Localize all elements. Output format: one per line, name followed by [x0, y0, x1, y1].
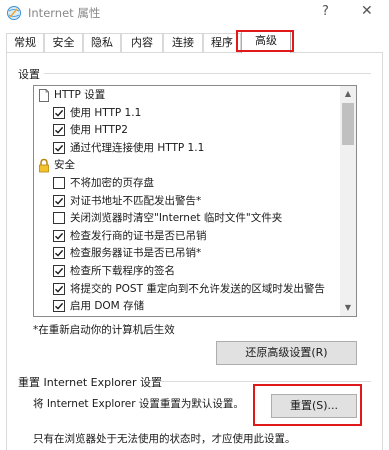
- vertical-scrollbar[interactable]: ▲ ▼: [340, 86, 356, 316]
- tab-content[interactable]: 内容: [121, 33, 163, 53]
- option-label: 关闭浏览器时清空"Internet 临时文件"文件夹: [70, 212, 283, 225]
- option-checkbox[interactable]: [53, 247, 65, 260]
- settings-category: HTTP 设置: [34, 87, 340, 105]
- settings-category-label: 安全: [54, 159, 75, 172]
- checkmark-icon: [55, 127, 64, 134]
- tab-connections[interactable]: 连接: [163, 33, 203, 53]
- settings-option[interactable]: 使用 HTTP 1.1: [34, 105, 340, 123]
- option-label: 检查服务器证书是否已吊销*: [70, 247, 202, 260]
- lock-icon: [38, 158, 50, 173]
- option-checkbox[interactable]: [53, 300, 65, 313]
- settings-option[interactable]: 检查服务器证书是否已吊销*: [34, 245, 340, 263]
- settings-option[interactable]: 通过代理连接使用 HTTP 1.1: [34, 140, 340, 158]
- reset-group-label: 重置 Internet Explorer 设置: [18, 376, 162, 389]
- settings-category: 安全: [34, 157, 340, 175]
- option-checkbox[interactable]: [53, 265, 65, 277]
- checkmark-icon: [55, 285, 64, 293]
- settings-category-label: HTTP 设置: [54, 89, 106, 101]
- settings-option[interactable]: 使用 HTTP2: [34, 122, 340, 140]
- tab-programs[interactable]: 程序: [203, 33, 241, 53]
- help-button[interactable]: ?: [322, 4, 329, 19]
- option-label: 检查所下载程序的签名: [70, 265, 175, 277]
- settings-option[interactable]: 启用 DOM 存储: [34, 298, 340, 316]
- settings-option[interactable]: 不将加密的页存盘: [34, 175, 340, 193]
- checkmark-icon: [55, 250, 64, 258]
- settings-list: HTTP 设置使用 HTTP 1.1 使用 HTTP2 通过代理连接使用 HTTP …: [34, 86, 340, 316]
- option-checkbox[interactable]: [53, 282, 65, 295]
- internet-options-icon: [6, 5, 22, 21]
- settings-option[interactable]: 关闭浏览器时清空"Internet 临时文件"文件夹: [34, 210, 340, 228]
- scroll-down-arrow-icon[interactable]: ▼: [340, 300, 356, 316]
- option-checkbox[interactable]: [53, 229, 65, 242]
- settings-option[interactable]: 对证书地址不匹配发出警告*: [34, 193, 340, 211]
- page-icon: [38, 88, 50, 103]
- restart-note: *在重新启动你的计算机后生效: [33, 324, 175, 336]
- option-checkbox[interactable]: [53, 141, 65, 154]
- checkmark-icon: [55, 267, 64, 275]
- option-checkbox[interactable]: [53, 194, 65, 207]
- tab-privacy[interactable]: 隐私: [83, 33, 121, 53]
- tab-general[interactable]: 常规: [6, 33, 44, 53]
- checkmark-icon: [55, 232, 64, 240]
- window-title: Internet 属性: [28, 6, 101, 20]
- settings-group-label: 设置: [18, 68, 40, 81]
- reset-description: 将 Internet Explorer 设置重置为默认设置。: [33, 398, 244, 410]
- option-label: 将提交的 POST 重定向到不允许发送的区域时发出警告: [70, 282, 325, 295]
- settings-listbox[interactable]: HTTP 设置使用 HTTP 1.1 使用 HTTP2 通过代理连接使用 HTTP …: [33, 85, 357, 317]
- settings-option[interactable]: 检查所下载程序的签名: [34, 263, 340, 281]
- option-label: 使用 HTTP2: [70, 124, 128, 137]
- option-label: 通过代理连接使用 HTTP 1.1: [70, 141, 205, 154]
- option-checkbox[interactable]: [53, 124, 65, 137]
- checkmark-icon: [55, 303, 64, 310]
- checkmark-icon: [55, 197, 64, 205]
- tab-advanced[interactable]: 高级: [241, 31, 291, 53]
- scroll-up-arrow-icon[interactable]: ▲: [340, 86, 356, 102]
- checkmark-icon: [55, 109, 64, 117]
- option-checkbox[interactable]: [53, 212, 65, 225]
- option-label: 启用 DOM 存储: [70, 300, 145, 313]
- reset-note: 只有在浏览器处于无法使用的状态时，才应使用此设置。: [33, 433, 296, 445]
- settings-option[interactable]: 检查发行商的证书是否已吊销: [34, 228, 340, 246]
- checkmark-icon: [55, 144, 64, 152]
- settings-separator: [44, 73, 371, 74]
- settings-option[interactable]: 将提交的 POST 重定向到不允许发送的区域时发出警告: [34, 281, 340, 299]
- option-label: 不将加密的页存盘: [70, 177, 154, 189]
- title-bar: Internet 属性 ? ✕: [0, 0, 389, 28]
- reset-button[interactable]: 重置(S)...: [271, 394, 357, 418]
- restore-advanced-settings-button[interactable]: 还原高级设置(R): [216, 341, 357, 365]
- tab-security[interactable]: 安全: [44, 33, 83, 53]
- tab-strip: 常规 安全 隐私 内容 连接 程序 高级: [6, 31, 386, 53]
- option-checkbox[interactable]: [53, 177, 65, 189]
- scroll-thumb[interactable]: [342, 103, 354, 145]
- close-button[interactable]: ✕: [361, 3, 373, 19]
- option-label: 使用 HTTP 1.1: [70, 106, 142, 119]
- option-label: 检查发行商的证书是否已吊销: [70, 229, 207, 242]
- option-label: 对证书地址不匹配发出警告*: [70, 194, 202, 207]
- option-checkbox[interactable]: [53, 106, 65, 119]
- reset-separator: [156, 381, 371, 382]
